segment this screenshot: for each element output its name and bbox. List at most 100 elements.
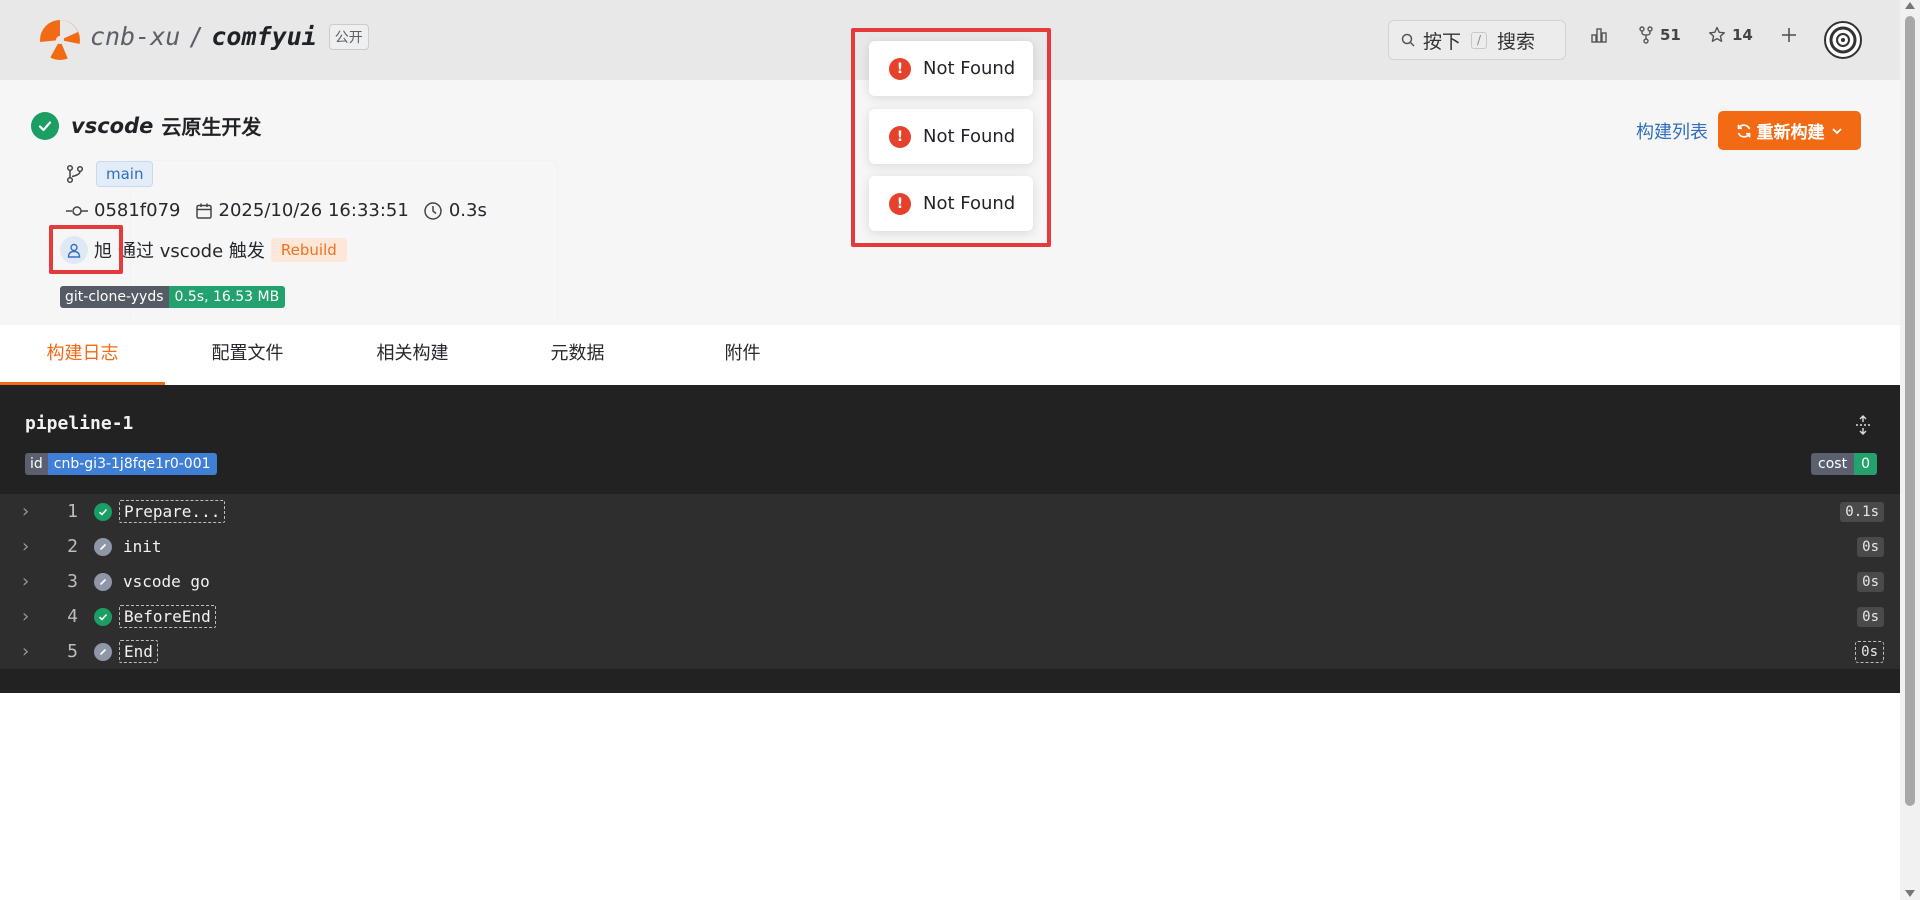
chevron-right-icon[interactable]: › [22, 536, 29, 557]
clone-badge-stats: 0.5s, 16.53 MB [168, 286, 286, 308]
toast-message: Not Found [923, 58, 1016, 79]
search-icon [1401, 33, 1415, 47]
success-check-icon [94, 502, 112, 521]
chevron-right-icon[interactable]: › [22, 606, 29, 627]
error-icon: ! [889, 125, 911, 148]
branch-row: main [66, 161, 154, 187]
tab-bar: 构建日志 配置文件 相关构建 元数据 附件 [0, 325, 1900, 385]
success-check-icon [94, 607, 112, 626]
toast-message: Not Found [923, 193, 1016, 214]
step-duration: 0s [1857, 536, 1884, 557]
user-highlight-box [49, 225, 123, 274]
skipped-icon [94, 572, 112, 591]
chevron-down-icon [1831, 127, 1842, 134]
tab-metadata[interactable]: 元数据 [495, 325, 660, 385]
scrollbar-thumb[interactable] [1905, 16, 1915, 806]
avatar-icon [1829, 26, 1857, 54]
trigger-text: 通过 vscode 触发 [118, 241, 265, 262]
branch-tag[interactable]: main [96, 161, 154, 187]
scroll-down-arrow-icon[interactable] [1905, 890, 1915, 897]
clone-badge-name: git-clone-yyds [60, 286, 169, 308]
clock-icon [424, 201, 442, 220]
chevron-right-icon[interactable]: › [22, 641, 29, 662]
commit-item[interactable]: 0581f079 [66, 200, 181, 221]
step-row[interactable]: › 5 End 0s [0, 634, 1900, 669]
repo-link[interactable]: comfyui [211, 22, 316, 51]
pipeline-panel: pipeline-1 id cnb-gi3-1j8fqe1r0-001 cost… [0, 385, 1900, 693]
search-key-hint: / [1471, 31, 1488, 49]
visibility-badge: 公开 [328, 23, 369, 50]
fork-button[interactable]: 51 [1638, 26, 1681, 44]
plus-icon [1782, 28, 1796, 42]
error-icon: ! [889, 192, 911, 215]
branch-icon [66, 164, 84, 184]
duration-item: 0.3s [423, 200, 487, 221]
step-number: 1 [67, 501, 78, 522]
rebuild-button-label: 重新构建 [1756, 123, 1825, 143]
tab-related-builds[interactable]: 相关构建 [330, 325, 495, 385]
build-title-text: 云原生开发 [161, 115, 262, 139]
pipeline-id-label: id [25, 453, 48, 475]
steps-list: › 1 Prepare... 0.1s › 2 init 0s › 3 vsco… [0, 494, 1900, 669]
pipeline-cost-badge: cost 0 [1811, 453, 1877, 475]
repo-breadcrumb: cnb-xu / comfyui 公开 [90, 22, 369, 51]
pipeline-name: pipeline-1 [25, 413, 134, 434]
tab-build-log[interactable]: 构建日志 [0, 325, 165, 385]
build-duration: 0.3s [448, 200, 487, 221]
tab-attachments[interactable]: 附件 [660, 325, 825, 385]
calendar-icon [195, 203, 212, 219]
chevron-right-icon[interactable]: › [22, 571, 29, 592]
build-list-link[interactable]: 构建列表 [1636, 118, 1708, 144]
tab-config-file[interactable]: 配置文件 [165, 325, 330, 385]
insights-button[interactable] [1590, 26, 1614, 44]
rebuild-button[interactable]: 重新构建 [1718, 111, 1861, 150]
pipeline-cost-label: cost [1811, 453, 1855, 475]
build-event-name: vscode [71, 113, 154, 138]
step-name: vscode go [123, 572, 210, 591]
step-duration: 0s [1855, 640, 1884, 663]
pipeline-id-badge: id cnb-gi3-1j8fqe1r0-001 [25, 453, 217, 475]
clone-badge[interactable]: git-clone-yyds 0.5s, 16.53 MB [60, 286, 286, 308]
chevron-right-icon[interactable]: › [22, 501, 29, 522]
refresh-icon [1737, 123, 1750, 138]
step-duration: 0.1s [1840, 501, 1884, 522]
fork-icon [1639, 26, 1653, 44]
scroll-up-arrow-icon[interactable] [1905, 2, 1915, 9]
step-duration: 0s [1857, 606, 1884, 627]
step-number: 4 [67, 606, 78, 627]
datetime-item: 2025/10/26 16:33:51 [195, 200, 409, 221]
step-name: init [123, 537, 162, 556]
error-toast[interactable]: ! Not Found [869, 176, 1033, 231]
create-button[interactable] [1780, 26, 1804, 44]
page-scrollbar[interactable] [1900, 0, 1920, 900]
search-label: 搜索 [1497, 30, 1536, 53]
step-name: End [119, 640, 158, 663]
step-row[interactable]: › 2 init 0s [0, 529, 1900, 564]
star-count: 14 [1732, 26, 1753, 44]
toast-message: Not Found [923, 126, 1016, 147]
chart-icon [1591, 28, 1607, 43]
error-toast[interactable]: ! Not Found [869, 109, 1033, 164]
search-box[interactable]: 按下 / 搜索 [1388, 20, 1566, 60]
step-name: BeforeEnd [119, 605, 216, 628]
step-row[interactable]: › 3 vscode go 0s [0, 564, 1900, 599]
owner-link[interactable]: cnb-xu [90, 22, 180, 51]
step-row[interactable]: › 4 BeforeEnd 0s [0, 599, 1900, 634]
star-button[interactable]: 14 [1708, 26, 1753, 44]
step-row[interactable]: › 1 Prepare... 0.1s [0, 494, 1900, 529]
error-icon: ! [889, 57, 911, 80]
build-title: vscode 云原生开发 [31, 111, 261, 140]
user-avatar[interactable] [1824, 21, 1862, 59]
skipped-icon [94, 537, 112, 556]
logo-icon[interactable] [38, 18, 82, 62]
error-toast[interactable]: ! Not Found [869, 41, 1033, 96]
pipeline-cost-value: 0 [1854, 453, 1877, 475]
expand-icon[interactable] [1854, 415, 1872, 435]
search-press-label: 按下 [1423, 30, 1462, 53]
star-icon [1709, 26, 1725, 42]
step-name: Prepare... [119, 500, 226, 523]
step-number: 5 [67, 641, 78, 662]
rebuild-tag: Rebuild [270, 238, 347, 262]
pipeline-id-value: cnb-gi3-1j8fqe1r0-001 [47, 453, 217, 475]
step-number: 3 [67, 571, 78, 592]
